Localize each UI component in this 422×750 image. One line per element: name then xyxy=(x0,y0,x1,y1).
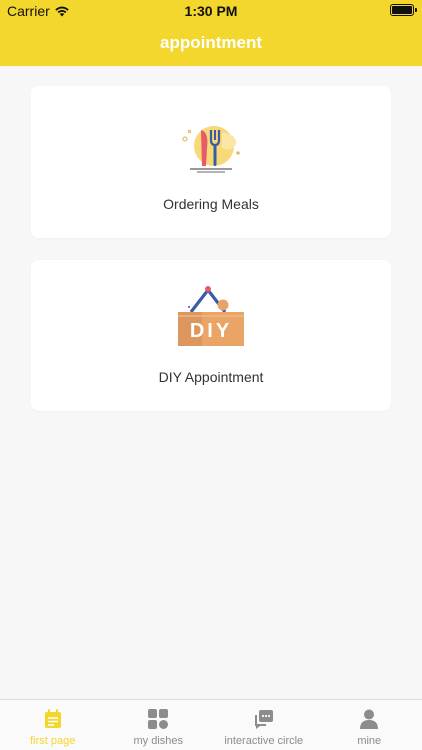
tab-label: mine xyxy=(357,735,382,747)
diy-sign-text: DIY xyxy=(190,320,232,342)
tab-label: first page xyxy=(30,735,76,747)
calendar-icon xyxy=(0,709,106,729)
tab-interactive-circle[interactable]: interactive circle xyxy=(211,700,317,750)
grid-icon xyxy=(106,709,212,729)
tab-mine[interactable]: mine xyxy=(317,700,422,750)
header: Carrier 1:30 PM appointment xyxy=(0,0,422,66)
diy-sign-icon: DIY xyxy=(31,284,391,348)
battery-icon xyxy=(390,4,417,16)
chat-icon xyxy=(211,709,317,729)
diy-appointment-card[interactable]: DIY DIY Appointment xyxy=(31,260,391,411)
status-time: 1:30 PM xyxy=(184,3,238,19)
person-icon xyxy=(317,709,422,729)
ordering-meals-card[interactable]: Ordering Meals xyxy=(31,86,391,238)
fork-knife-icon xyxy=(31,122,391,174)
tab-label: my dishes xyxy=(133,735,184,747)
tab-first-page[interactable]: first page xyxy=(0,700,106,750)
diy-appointment-label: DIY Appointment xyxy=(158,369,264,385)
tab-my-dishes[interactable]: my dishes xyxy=(106,700,212,750)
tab-bar: first page my dishes interactive circle xyxy=(0,699,422,750)
status-bar: Carrier 1:30 PM xyxy=(0,0,422,22)
tab-label: interactive circle xyxy=(224,735,304,747)
page-title: appointment xyxy=(160,33,262,52)
ordering-meals-label: Ordering Meals xyxy=(163,196,259,212)
